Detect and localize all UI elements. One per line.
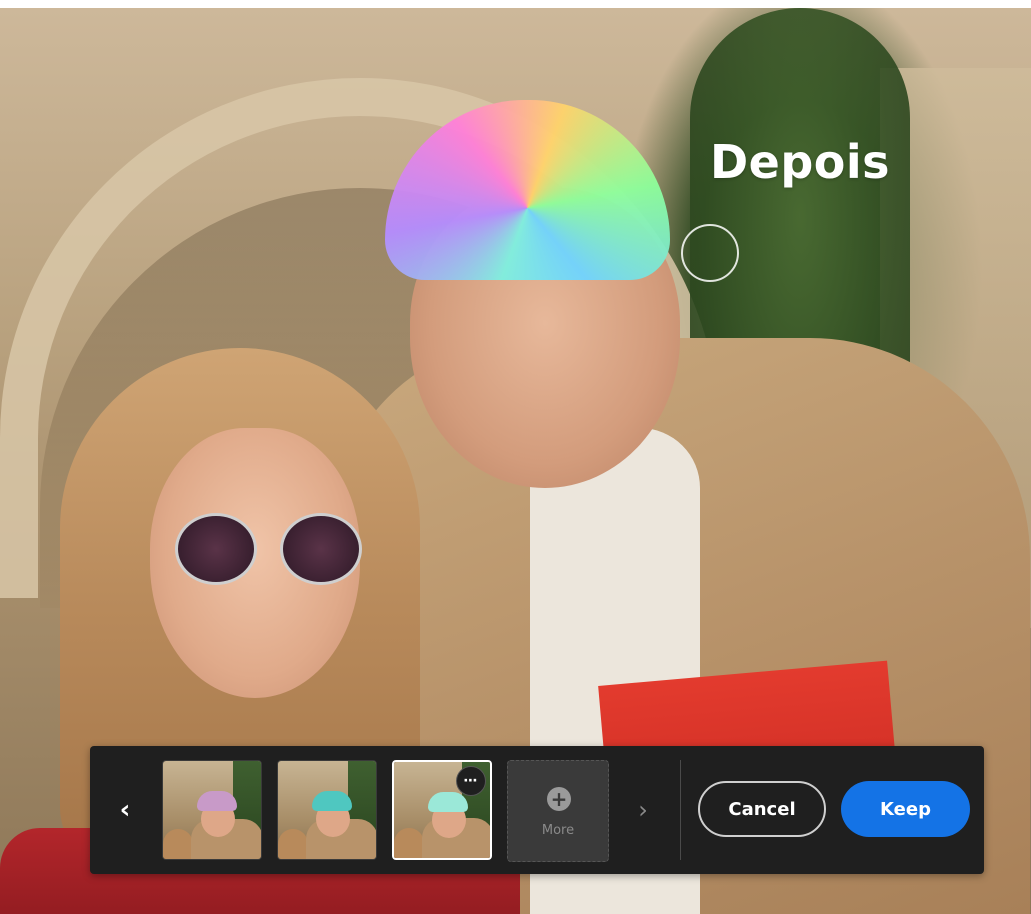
variation-thumbnail-3[interactable]: ⋯	[392, 760, 492, 860]
cancel-button[interactable]: Cancel	[698, 781, 826, 837]
thumbnail-cap	[428, 792, 468, 812]
thumbnail-cap	[197, 791, 237, 811]
comparison-handle[interactable]	[681, 224, 739, 282]
sunglasses-right-lens	[280, 513, 362, 585]
chevron-right-icon[interactable]: ›	[628, 790, 658, 830]
variation-thumbnail-2[interactable]	[277, 760, 377, 860]
toolbar-divider	[680, 760, 681, 860]
plus-icon: +	[547, 787, 571, 811]
more-options-icon[interactable]: ⋯	[456, 766, 486, 796]
variation-thumbnail-1[interactable]	[162, 760, 262, 860]
keep-button[interactable]: Keep	[841, 781, 970, 837]
more-label: More	[541, 823, 575, 838]
sunglasses-left-lens	[175, 513, 257, 585]
generate-more-button[interactable]: + More	[507, 760, 609, 862]
after-label: Depois	[710, 135, 891, 189]
chevron-left-icon[interactable]: ‹	[110, 790, 140, 830]
thumbnail-cap	[312, 791, 352, 811]
variations-toolbar: ‹ ⋯ + More › Cancel Keep	[90, 746, 984, 874]
